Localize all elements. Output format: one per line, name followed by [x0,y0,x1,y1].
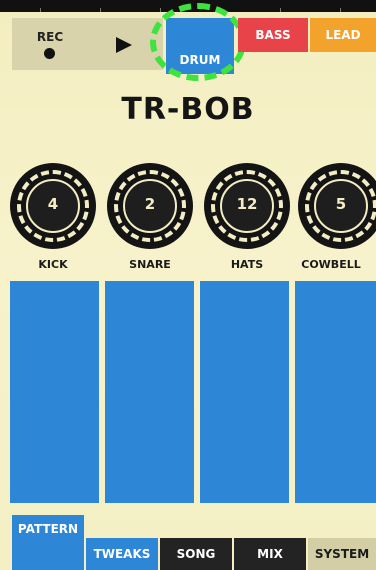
kick-value: 4 [47,195,59,213]
hats-pad[interactable] [200,281,289,503]
bass-label: BASS [255,28,291,42]
play-button[interactable] [87,18,163,70]
drum-label: DRUM [179,53,221,67]
cowbell-pad[interactable] [295,281,376,503]
record-label: REC [36,30,64,44]
ruler-tick [160,8,161,12]
ruler-tick [100,8,101,12]
tab-mix-label: MIX [257,547,283,561]
kick-knob[interactable]: 4 [10,163,96,249]
record-dot-icon [44,48,55,59]
tab-tweaks-label: TWEAKS [93,547,151,561]
cowbell-label: COWBELL [301,258,361,271]
hats-label: HATS [230,258,264,271]
lead-tab-button[interactable]: LEAD [310,18,376,52]
tab-pattern-label: PATTERN [17,522,79,536]
kick-label: KICK [38,258,68,271]
knob-center: 2 [123,179,177,233]
cowbell-value: 5 [335,195,347,213]
snare-label: SNARE [129,258,171,271]
knob-center: 5 [314,179,368,233]
record-button[interactable]: REC [12,18,88,70]
lead-label: LEAD [325,28,361,42]
status-bar [0,0,376,12]
cowbell-knob[interactable]: 5 [298,163,376,249]
tab-mix[interactable]: MIX [234,538,306,570]
drum-tab-button[interactable]: DRUM [166,18,234,74]
tab-song-label: SONG [176,547,216,561]
machine-title: TR-BOB [121,92,255,127]
tab-tweaks[interactable]: TWEAKS [86,538,158,570]
tab-system[interactable]: SYSTEM [308,538,376,570]
snare-pad[interactable] [105,281,194,503]
ruler-tick [280,8,281,12]
tab-pattern[interactable]: PATTERN [12,515,84,570]
ruler-tick [340,8,341,12]
bass-tab-button[interactable]: BASS [238,18,308,52]
ruler-tick [220,8,221,12]
snare-value: 2 [144,195,156,213]
hats-value: 12 [236,195,258,213]
snare-knob[interactable]: 2 [107,163,193,249]
kick-pad[interactable] [10,281,99,503]
knob-center: 12 [220,179,274,233]
tab-system-label: SYSTEM [314,547,370,561]
play-icon [116,37,132,53]
tab-song[interactable]: SONG [160,538,232,570]
knob-center: 4 [26,179,80,233]
ruler-tick [40,8,41,12]
hats-knob[interactable]: 12 [204,163,290,249]
